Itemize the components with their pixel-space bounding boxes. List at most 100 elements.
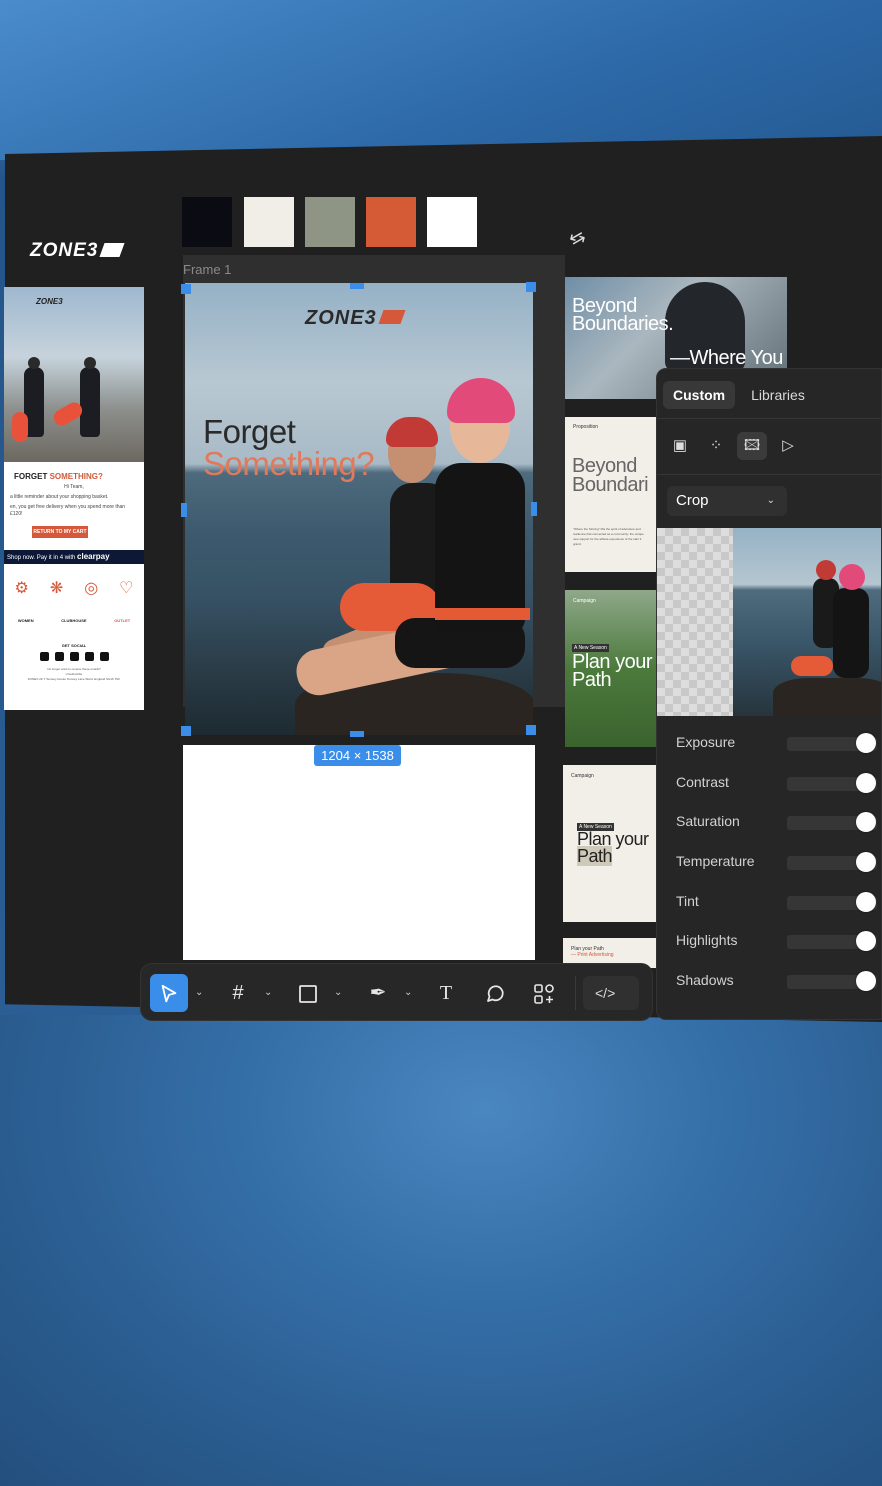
email-nav: WOMEN CLUBHOUSE OUTLET (4, 618, 144, 623)
temperature-slider-knob[interactable] (856, 852, 876, 872)
email-title: FORGET SOMETHING? (14, 472, 103, 481)
returns-icon: ◎ (84, 580, 99, 597)
resize-handle-bottom-right[interactable] (526, 725, 536, 735)
community-icon: ❋ (49, 580, 64, 597)
thumbnail-proposition[interactable]: Proposition Beyond Boundari "Where the St… (565, 417, 657, 572)
email-nav-item[interactable]: CLUBHOUSE (61, 618, 86, 623)
saturation-slider-knob[interactable] (856, 812, 876, 832)
panel-tabs: Custom Libraries (663, 381, 815, 409)
chevron-down-icon[interactable]: ⌄ (334, 974, 342, 1012)
desktop-background-top (0, 0, 882, 160)
resize-handle-bottom[interactable] (350, 731, 364, 737)
frame-tool-icon[interactable]: # (225, 974, 251, 1012)
swimmer-woman (292, 368, 533, 700)
noise-icon[interactable]: ⁘ (701, 432, 731, 460)
tow-buoy (12, 412, 28, 442)
desktop-background-bottom (0, 1015, 882, 1486)
fill-mode-icon[interactable]: ▣ (665, 432, 695, 460)
color-swatch-sage[interactable] (305, 197, 355, 247)
email-nav-item[interactable]: OUTLET (114, 618, 130, 623)
color-swatch-cream[interactable] (244, 197, 294, 247)
adjustment-contrast: Contrast (676, 772, 881, 796)
highlights-slider-knob[interactable] (856, 931, 876, 951)
color-swatch-orange[interactable] (366, 197, 416, 247)
thumb-subtitle: —Where You (670, 347, 783, 369)
thumb-title: Plan your Path — Print Advertising (571, 946, 614, 958)
tab-libraries[interactable]: Libraries (741, 381, 815, 409)
logo-mark-icon (99, 243, 125, 257)
chevron-down-icon[interactable]: ⌄ (404, 974, 412, 1012)
logo-mark-icon (378, 310, 406, 324)
shadows-slider-knob[interactable] (856, 971, 876, 991)
email-nav-item[interactable]: WOMEN (18, 618, 34, 623)
fill-mode-selector: ▣ ⁘ 🖾 ▷ (665, 432, 803, 460)
frame-lower-area (183, 745, 535, 960)
instagram-icon[interactable] (39, 652, 49, 661)
video-icon[interactable]: ▷ (773, 432, 803, 460)
thumbnail-campaign-green[interactable]: Campaign A New Season Plan your Path (565, 590, 657, 747)
email-hero-photo: ZONE3 (4, 287, 144, 462)
crop-mode-select[interactable]: Crop ⌄ (667, 486, 787, 516)
tab-custom[interactable]: Custom (663, 381, 736, 409)
select-tool-icon[interactable] (150, 974, 188, 1012)
strava-icon[interactable] (99, 652, 109, 661)
tiktok-icon[interactable] (84, 652, 94, 661)
resize-handle-left[interactable] (181, 503, 187, 517)
code-mode-toggle[interactable]: </> (583, 976, 639, 1010)
color-swatch-black[interactable] (182, 197, 232, 247)
email-logo: ZONE3 (36, 297, 63, 306)
frame-label[interactable]: Frame 1 (183, 262, 231, 277)
email-greeting: Hi Team, (64, 484, 84, 490)
youtube-icon[interactable] (69, 652, 79, 661)
poster-logo: ZONE3 (305, 307, 406, 330)
email-design-thumbnail[interactable]: ZONE3 FORGET SOMETHING? Hi Team, a littl… (4, 287, 144, 710)
adjustment-tint: Tint (676, 891, 881, 915)
contrast-slider-knob[interactable] (856, 773, 876, 793)
return-to-cart-button[interactable]: RETURN TO MY CART (32, 526, 88, 538)
brand-logo: ZONE3 (30, 240, 125, 262)
preview-photo (733, 528, 881, 716)
pen-tool-icon[interactable]: ✒ (365, 974, 391, 1012)
text-tool-icon[interactable]: T (433, 974, 459, 1012)
thumb-title: Beyond Boundari (572, 455, 649, 496)
tint-slider-knob[interactable] (856, 892, 876, 912)
chevron-down-icon[interactable]: ⌄ (264, 974, 272, 1012)
resize-handle-top[interactable] (350, 283, 364, 289)
rectangle-tool-icon[interactable] (295, 974, 321, 1012)
image-preview[interactable] (657, 528, 881, 716)
resize-handle-bottom-left[interactable] (181, 726, 191, 736)
image-icon[interactable]: 🖾 (737, 432, 767, 460)
exposure-slider-knob[interactable] (856, 733, 876, 753)
resize-handle-top-left[interactable] (181, 284, 191, 294)
thumb-category: Proposition (573, 424, 599, 430)
heart-icon: ♡ (119, 580, 134, 597)
email-social-icons (4, 652, 144, 661)
thumb-category: Campaign (571, 773, 594, 779)
thumb-paragraph: "Where the Striving" lifts the spirit of… (573, 527, 644, 546)
components-tool-icon[interactable] (531, 974, 557, 1012)
toolbar-separator (575, 976, 576, 1010)
thumb-title: Plan your Path (572, 651, 653, 691)
poster-headline-line1: Forget (203, 413, 296, 450)
resize-handle-right[interactable] (531, 502, 537, 516)
selected-image-frame[interactable]: ZONE3 Forget Something? (185, 283, 533, 735)
clearpay-banner: Shop now. Pay it in 4 with clearpay (4, 550, 144, 564)
email-feature-icons: ⚙ ❋ ◎ ♡ (4, 578, 144, 598)
adjustment-shadows: Shadows (676, 970, 881, 994)
thumbnail-campaign-cream[interactable]: Campaign A New Season Plan your Path (563, 765, 657, 922)
chevron-down-icon[interactable]: ⌄ (195, 974, 203, 1012)
fill-properties-panel: Custom Libraries ▣ ⁘ 🖾 ▷ Crop ⌄ Exposure … (656, 368, 882, 1020)
panel-divider (657, 418, 881, 419)
thumb-title: Plan your Path (577, 829, 649, 866)
dimensions-badge: 1204 × 1538 (314, 745, 401, 766)
feature-icon: ⚙ (14, 580, 29, 597)
color-swatch-white[interactable] (427, 197, 477, 247)
adjustment-highlights: Highlights (676, 930, 881, 954)
adjustment-exposure: Exposure (676, 732, 881, 756)
facebook-icon[interactable] (54, 652, 64, 661)
resize-handle-top-right[interactable] (526, 282, 536, 292)
chevron-down-icon: ⌄ (766, 495, 775, 506)
comment-tool-icon[interactable] (482, 974, 508, 1012)
adjustment-saturation: Saturation (676, 811, 881, 835)
poster-headline-line2: Something? (203, 445, 375, 482)
